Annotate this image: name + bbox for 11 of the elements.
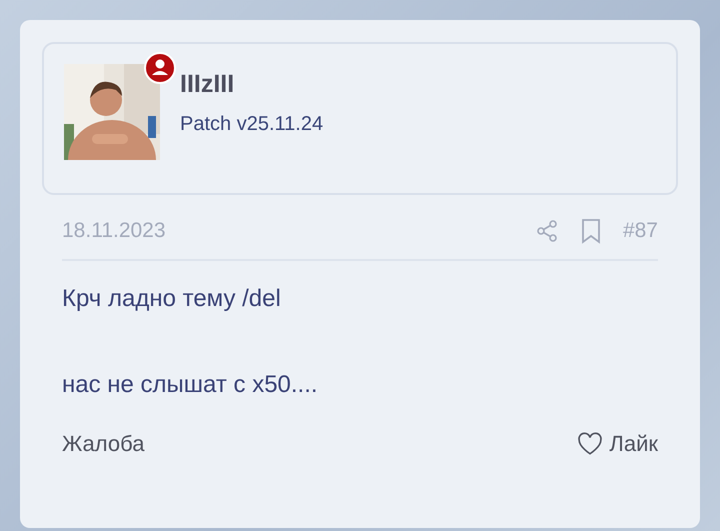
- share-button[interactable]: [534, 219, 559, 243]
- heart-icon: [577, 432, 604, 456]
- message-text: Крч ладно тему /del: [62, 285, 282, 313]
- author-name[interactable]: IIIzIII: [180, 70, 324, 99]
- like-button[interactable]: Лайк: [577, 431, 658, 457]
- user-badge-icon: [144, 52, 176, 84]
- author-title: Patch v25.11.24: [180, 113, 324, 136]
- post-date: 18.11.2023: [62, 219, 167, 243]
- report-link[interactable]: Жалоба: [62, 431, 144, 457]
- message-text: нас не слышат с x50....: [62, 371, 319, 399]
- share-icon: [534, 219, 559, 243]
